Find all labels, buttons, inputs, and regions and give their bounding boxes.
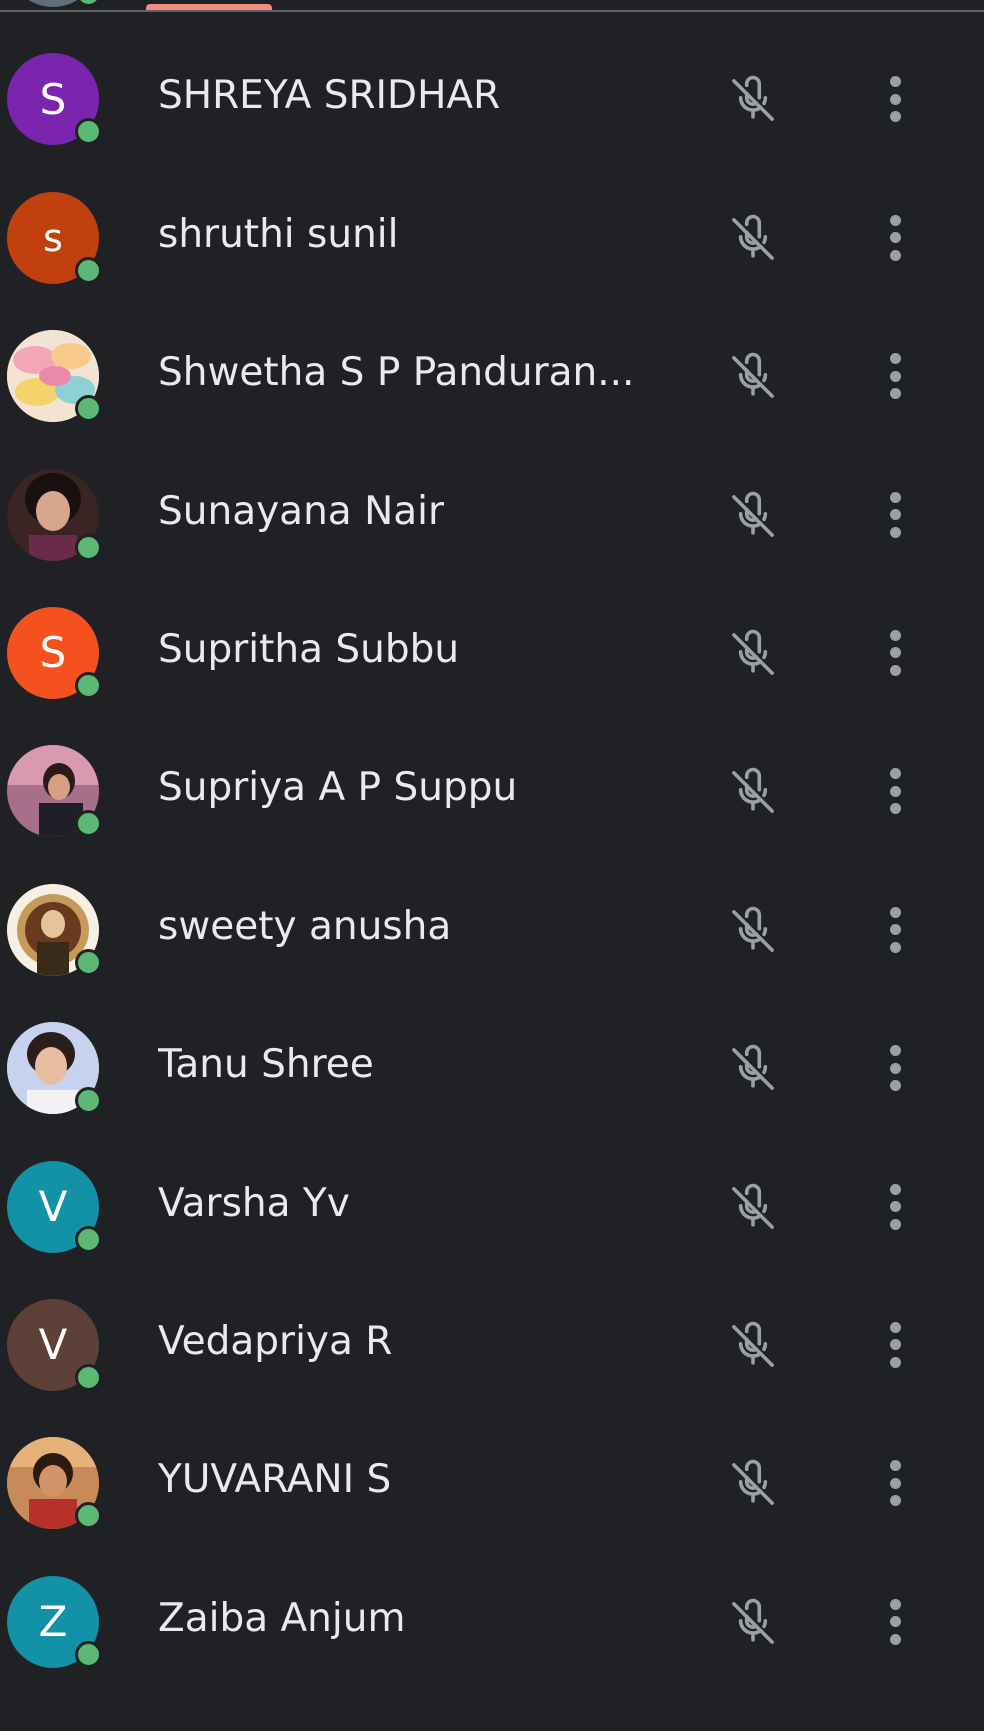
mic-off-icon[interactable] [726, 350, 780, 404]
participant-list: S Sangeetha Doddamani S SHREYA SRIDHAR s… [0, 0, 984, 1690]
participant-row[interactable]: S Supritha Subbu [0, 583, 984, 721]
online-status-dot [75, 0, 102, 7]
online-status-dot [75, 1502, 102, 1530]
online-status-dot [75, 1225, 102, 1253]
participant-row[interactable]: Z Zaiba Anjum [0, 1552, 984, 1690]
participant-row[interactable]: Supriya A P Suppu [0, 721, 984, 859]
participant-row[interactable]: S Sangeetha Doddamani [0, 0, 984, 29]
participant-row[interactable]: Sunayana Nair [0, 445, 984, 583]
online-status-dot [75, 948, 102, 976]
participant-name: Tanu Shree [158, 1042, 374, 1088]
participant-name: shruthi sunil [158, 211, 399, 257]
participant-row[interactable]: S SHREYA SRIDHAR [0, 29, 984, 167]
participant-name: Sunayana Nair [158, 488, 445, 534]
more-options-icon[interactable] [870, 1453, 920, 1513]
participant-name: Supriya A P Suppu [158, 765, 518, 811]
participant-name: Varsha Yv [158, 1180, 350, 1226]
participant-name: Zaiba Anjum [158, 1595, 406, 1641]
avatar-initial: Z [38, 1597, 68, 1647]
online-status-dot [75, 533, 102, 561]
more-options-icon[interactable] [870, 761, 920, 821]
more-options-icon[interactable] [870, 623, 920, 683]
more-options-icon[interactable] [870, 1592, 920, 1652]
avatar-initial: V [38, 1320, 68, 1370]
avatar-initial: V [38, 1182, 68, 1232]
participant-row[interactable]: Shwetha S P Panduran... [0, 306, 984, 444]
online-status-dot [75, 118, 102, 146]
avatar-initial: S [39, 74, 67, 124]
participant-name: YUVARANI S [158, 1457, 392, 1503]
mic-off-icon[interactable] [726, 1457, 780, 1511]
participant-name: Vedapriya R [158, 1318, 393, 1364]
avatar-initial: S [39, 628, 67, 678]
online-status-dot [75, 1087, 102, 1115]
mic-off-icon[interactable] [726, 1319, 780, 1373]
more-options-icon[interactable] [870, 900, 920, 960]
online-status-dot [75, 671, 102, 699]
online-status-dot [75, 395, 102, 423]
participant-row[interactable]: Tanu Shree [0, 998, 984, 1136]
mic-off-icon[interactable] [726, 627, 780, 681]
more-options-icon[interactable] [870, 485, 920, 545]
mic-off-icon[interactable] [726, 1181, 780, 1235]
more-options-icon[interactable] [870, 346, 920, 406]
participant-row[interactable]: s shruthi sunil [0, 168, 984, 306]
participant-row[interactable]: sweety anusha [0, 860, 984, 998]
more-options-icon[interactable] [870, 1177, 920, 1237]
mic-off-icon[interactable] [726, 765, 780, 819]
participant-name: Shwetha S P Panduran... [158, 350, 635, 396]
mic-off-icon[interactable] [726, 489, 780, 543]
more-options-icon[interactable] [870, 208, 920, 268]
mic-off-icon[interactable] [726, 904, 780, 958]
participant-row[interactable]: V Varsha Yv [0, 1137, 984, 1275]
more-options-icon[interactable] [870, 1038, 920, 1098]
participant-name: Supritha Subbu [158, 626, 460, 672]
mic-off-icon[interactable] [726, 73, 780, 127]
mic-off-icon[interactable] [726, 1042, 780, 1096]
mic-off-icon[interactable] [726, 212, 780, 266]
avatar-initial: s [43, 215, 63, 260]
mic-off-icon[interactable] [726, 1596, 780, 1650]
more-options-icon[interactable] [870, 1315, 920, 1375]
participant-name: SHREYA SRIDHAR [158, 73, 501, 119]
online-status-dot [75, 256, 102, 284]
participant-row[interactable]: YUVARANI S [0, 1413, 984, 1551]
participant-row[interactable]: V Vedapriya R [0, 1275, 984, 1413]
online-status-dot [75, 1363, 102, 1391]
online-status-dot [75, 1640, 102, 1668]
more-options-icon[interactable] [870, 69, 920, 129]
online-status-dot [75, 810, 102, 838]
participant-name: sweety anusha [158, 903, 452, 949]
